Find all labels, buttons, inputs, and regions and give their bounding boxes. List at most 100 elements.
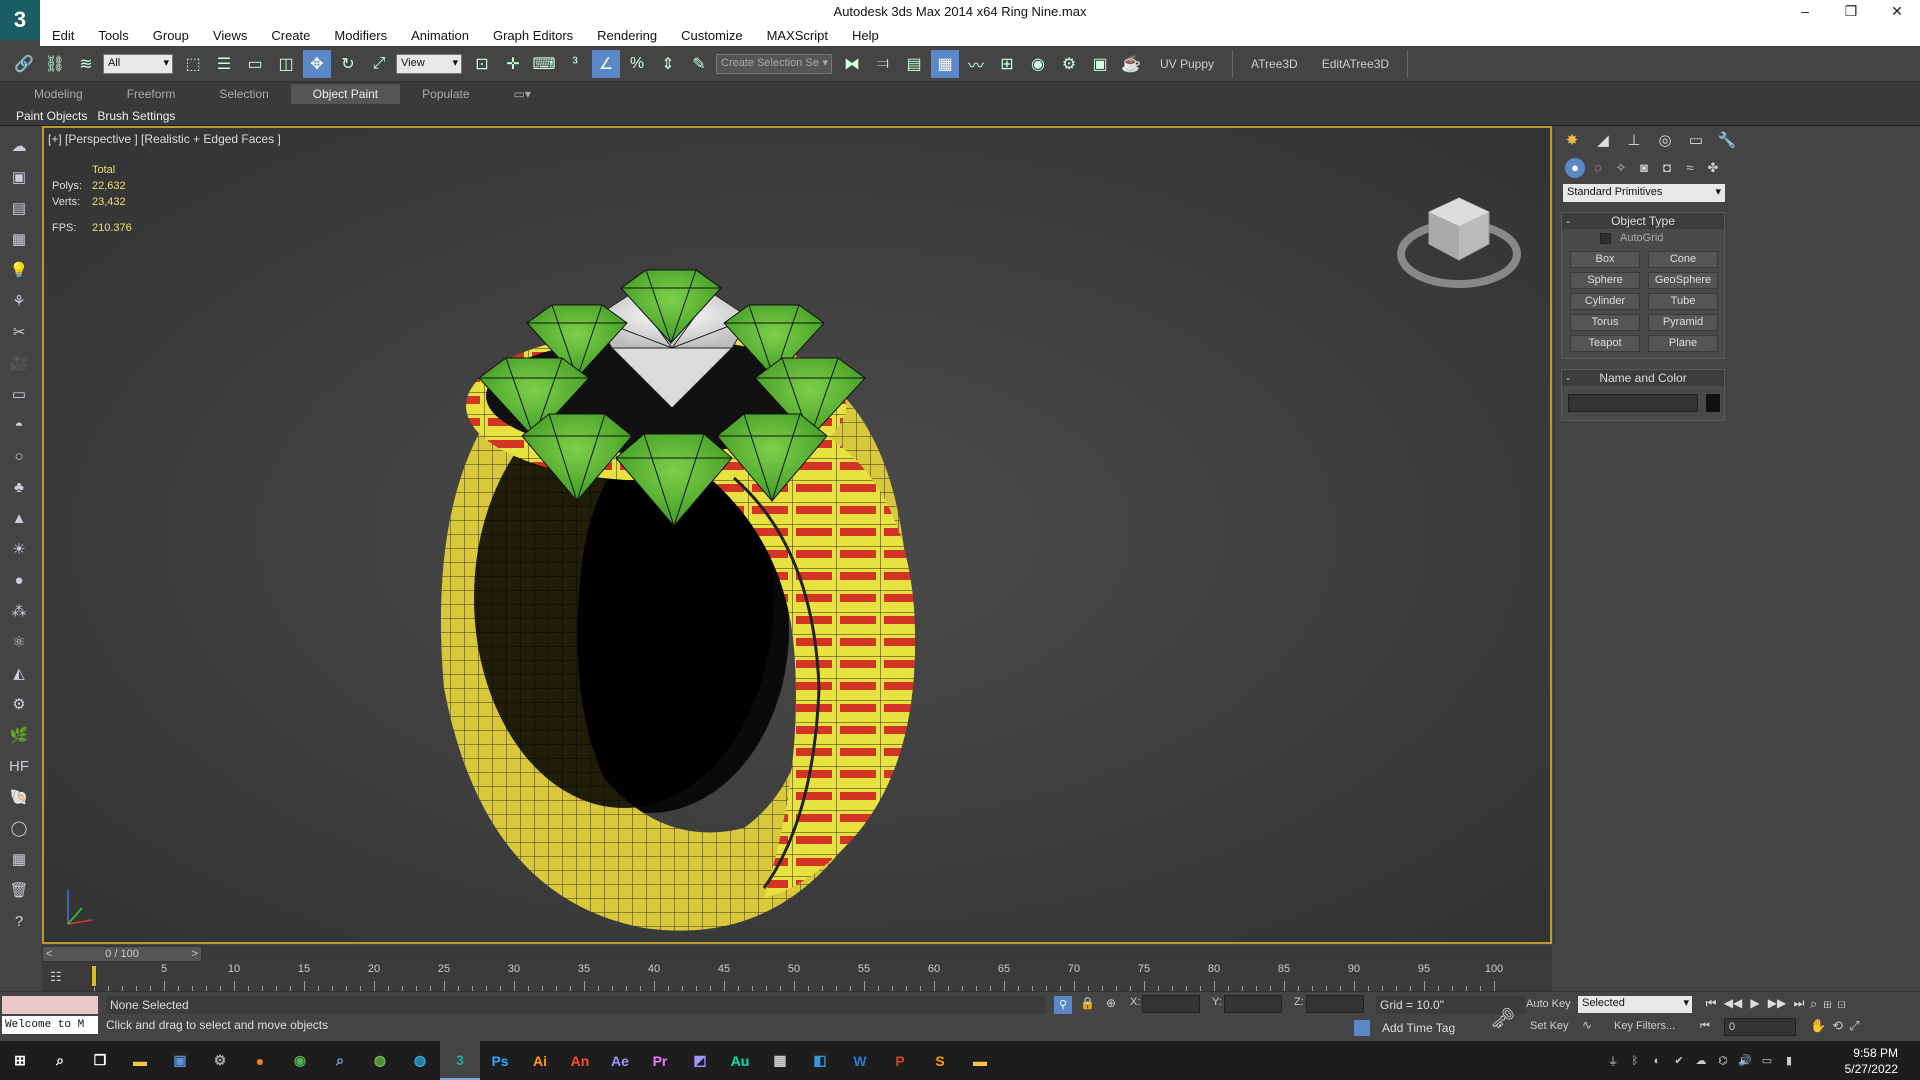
render-production-icon[interactable]: ☕ — [1117, 50, 1145, 78]
viewport-nav-icons[interactable]: ⌕⊞⊡ — [1810, 996, 1852, 1012]
object-color-swatch[interactable] — [1706, 394, 1720, 412]
percent-snap-icon[interactable]: % — [623, 50, 651, 78]
object-type-header[interactable]: Object Type — [1562, 213, 1724, 229]
network-icon[interactable]: ⌬ — [1712, 1054, 1734, 1067]
previous-frame-icon[interactable]: ◀◀ — [1722, 996, 1744, 1011]
battery-icon[interactable]: ▮ — [1778, 1054, 1800, 1067]
play-icon[interactable]: ▶ — [1744, 996, 1766, 1011]
plane-primitive-icon[interactable]: ▭ — [6, 382, 32, 408]
name-and-color-header[interactable]: Name and Color — [1562, 370, 1724, 386]
media-encoder-icon[interactable]: ◩ — [680, 1041, 720, 1080]
shell-icon[interactable]: 🐚 — [6, 785, 32, 811]
particles-icon[interactable]: ⁂ — [6, 599, 32, 625]
tube-button[interactable]: Tube — [1648, 293, 1718, 310]
task-view-icon[interactable]: ❐ — [80, 1041, 120, 1080]
pyramid-button[interactable]: Pyramid — [1648, 314, 1718, 331]
select-scale-icon[interactable]: ⤢ — [365, 50, 393, 78]
schematic-view-icon[interactable]: ⊞ — [993, 50, 1021, 78]
curve-editor-mini-icon[interactable]: ☷ — [50, 969, 62, 985]
current-frame-input[interactable]: 0 — [1724, 1018, 1796, 1036]
tab-populate[interactable]: Populate — [400, 84, 491, 104]
wheel-app-icon[interactable]: ⚙ — [200, 1041, 240, 1080]
outlook-icon[interactable]: ◧ — [800, 1041, 840, 1080]
add-time-tag-button[interactable]: Add Time Tag — [1382, 1021, 1455, 1035]
illustrator-icon[interactable]: Ai — [520, 1041, 560, 1080]
editatree3d-button[interactable]: EditATree3D — [1322, 57, 1389, 71]
bind-space-warp-icon[interactable]: ≋ — [72, 50, 100, 78]
edit-named-sel-icon[interactable]: ✎ — [685, 50, 713, 78]
maxscript-mini-listener[interactable]: Welcome to M — [2, 1016, 98, 1034]
chrome-icon[interactable]: ◉ — [280, 1041, 320, 1080]
sublime-icon[interactable]: S — [920, 1041, 960, 1080]
menu-tools[interactable]: Tools — [86, 28, 140, 43]
premiere-icon[interactable]: Pr — [640, 1041, 680, 1080]
lights-icon[interactable]: ✧ — [1611, 158, 1631, 178]
cloud-icon[interactable]: ☁ — [1690, 1054, 1712, 1067]
perspective-viewport[interactable]: [+] [Perspective ] [Realistic + Edged Fa… — [42, 126, 1552, 944]
camera-icon[interactable]: 🎥 — [6, 351, 32, 377]
menu-maxscript[interactable]: MAXScript — [755, 28, 840, 43]
viewport-orbit-icons[interactable]: ✋⟲⤢ — [1810, 1018, 1865, 1034]
brush-settings-panel[interactable]: Brush Settings — [97, 109, 175, 123]
select-rotate-icon[interactable]: ↻ — [334, 50, 362, 78]
bluetooth-icon[interactable]: ᛒ — [1624, 1055, 1646, 1067]
cone-icon[interactable]: ▲ — [6, 506, 32, 532]
curve-editor-icon[interactable]: 〰 — [962, 50, 990, 78]
box-button[interactable]: Box — [1570, 251, 1640, 268]
dome-icon[interactable]: ◓ — [6, 413, 32, 439]
light-bulb-icon[interactable]: 💡 — [6, 258, 32, 284]
modify-tab-icon[interactable]: ◢ — [1590, 130, 1616, 152]
gear-icon[interactable]: ⚙ — [6, 692, 32, 718]
z-coord-input[interactable] — [1306, 995, 1364, 1013]
geometry-icon[interactable]: ● — [1565, 158, 1585, 178]
selection-filter-dropdown[interactable]: All — [103, 53, 173, 74]
disc-icon[interactable]: ● — [6, 568, 32, 594]
set-key-button[interactable]: Set Key — [1530, 1020, 1569, 1032]
shapes-icon[interactable]: ◌ — [1588, 158, 1608, 178]
tab-selection[interactable]: Selection — [197, 84, 290, 104]
select-move-icon[interactable]: ✥ — [303, 49, 331, 78]
hair-hf-icon[interactable]: HF — [6, 754, 32, 780]
menu-customize[interactable]: Customize — [669, 28, 754, 43]
current-frame-marker[interactable] — [91, 965, 97, 987]
calculator-icon[interactable]: ▦ — [6, 847, 32, 873]
rect-region-icon[interactable]: ▭ — [241, 50, 269, 78]
sun-icon[interactable]: ☀ — [6, 537, 32, 563]
manipulate-icon[interactable]: ✛ — [499, 50, 527, 78]
uv-puppy-button[interactable]: UV Puppy — [1160, 57, 1214, 71]
3dsmax-taskbar-icon[interactable]: 3 — [440, 1041, 480, 1080]
systems-icon[interactable]: ✤ — [1703, 158, 1723, 178]
browser-icon[interactable]: ◍ — [400, 1041, 440, 1080]
menu-group[interactable]: Group — [141, 28, 201, 43]
viewcube-icon[interactable] — [1394, 178, 1524, 298]
globe-icon[interactable]: ◍ — [360, 1041, 400, 1080]
prev-frame-icon[interactable]: < — [46, 947, 52, 961]
search-icon[interactable]: ⌕ — [40, 1041, 80, 1080]
grid-view-icon[interactable]: ▦ — [6, 227, 32, 253]
align-icon[interactable]: ⫤ — [869, 50, 897, 78]
render-setup-icon[interactable]: ⚙ — [1055, 50, 1083, 78]
autogrid-checkbox[interactable] — [1600, 232, 1611, 244]
y-coord-input[interactable] — [1224, 995, 1282, 1013]
calculator-app-icon[interactable]: ▦ — [760, 1041, 800, 1080]
paint-objects-panel[interactable]: Paint Objects — [16, 109, 87, 123]
list-icon[interactable]: ▤ — [6, 196, 32, 222]
spinner-snap-icon[interactable]: ⇕ — [654, 50, 682, 78]
search-app-icon[interactable]: ⌕ — [320, 1041, 360, 1080]
material-editor-icon[interactable]: ◉ — [1024, 50, 1052, 78]
ring-model[interactable] — [44, 128, 1552, 944]
key-mode-toggle-icon[interactable]: ⏮ — [1700, 1020, 1710, 1033]
firefox-icon[interactable]: ● — [240, 1041, 280, 1080]
shield-icon[interactable]: ◐ — [1646, 1055, 1668, 1067]
video-app-icon[interactable]: ▣ — [160, 1041, 200, 1080]
cone-button[interactable]: Cone — [1648, 251, 1718, 268]
select-object-icon[interactable]: ⬚ — [179, 50, 207, 78]
cameras-icon[interactable]: ◙ — [1634, 158, 1654, 178]
go-to-start-icon[interactable]: ⏮ — [1700, 996, 1722, 1011]
teapot-button[interactable]: Teapot — [1570, 335, 1640, 352]
link-icon[interactable]: 🔗 — [10, 50, 38, 78]
maximize-icon[interactable]: ❐ — [1828, 0, 1874, 24]
windows-start-icon[interactable]: ⊞ — [0, 1041, 40, 1080]
tab-freeform[interactable]: Freeform — [105, 84, 198, 104]
track-bar[interactable]: ☷ 5 10 15 20 25 30 35 40 45 50 55 60 65 70 75 80 85 90 95 1… — [42, 963, 1552, 991]
